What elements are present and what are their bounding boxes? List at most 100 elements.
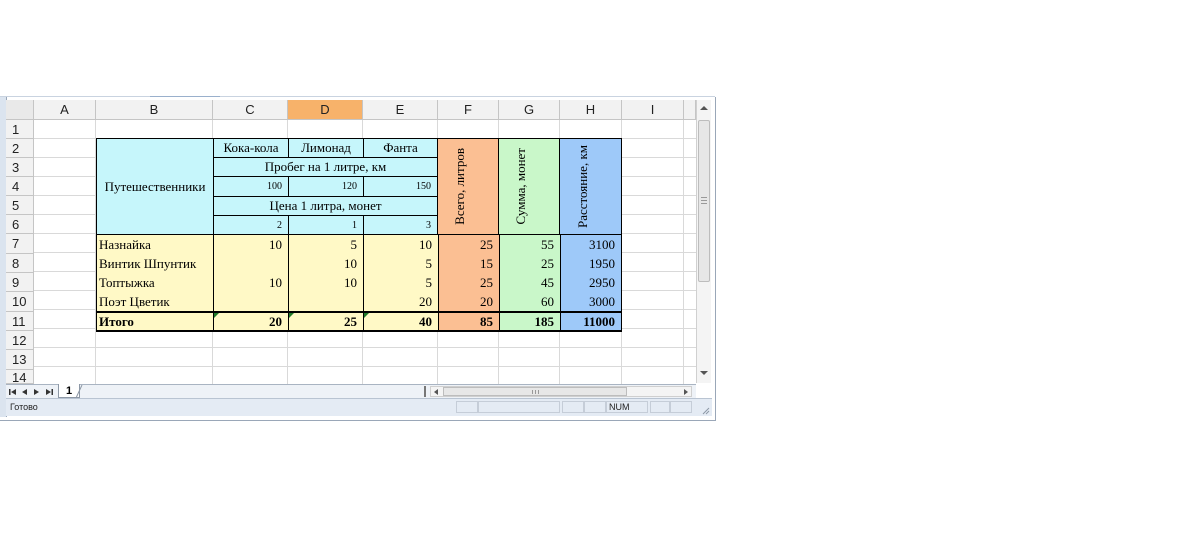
lemonade-liters-cell[interactable]: 5 bbox=[288, 235, 363, 254]
price-label-cell[interactable]: Цена 1 литра, монет bbox=[213, 196, 438, 216]
total-liters-cell[interactable]: 20 bbox=[438, 292, 499, 312]
sheet-tab-bar: 1 bbox=[6, 384, 696, 399]
sum-cell[interactable]: 55 bbox=[499, 235, 560, 254]
traveler-name-cell[interactable]: Назнайка bbox=[96, 235, 213, 254]
last-sheet-icon[interactable] bbox=[44, 386, 54, 398]
cola-liters-cell[interactable]: 10 bbox=[213, 235, 288, 254]
column-header-d[interactable]: D bbox=[288, 100, 363, 120]
status-segment bbox=[456, 401, 478, 413]
status-segment bbox=[670, 401, 692, 413]
column-header-partial[interactable] bbox=[684, 100, 696, 120]
row-header-12[interactable]: 12 bbox=[6, 331, 34, 350]
resize-grip-icon[interactable] bbox=[700, 405, 710, 415]
total-liters-header-cell[interactable]: Всего, литров bbox=[437, 138, 499, 235]
total-liters-cell[interactable]: 15 bbox=[438, 254, 499, 273]
price-fanta-cell[interactable]: 3 bbox=[363, 215, 438, 235]
row-header-13[interactable]: 13 bbox=[6, 350, 34, 370]
row-header-10[interactable]: 10 bbox=[6, 292, 34, 312]
column-header-a[interactable]: A bbox=[34, 100, 96, 120]
mileage-lemonade-cell[interactable]: 120 bbox=[288, 176, 364, 197]
horizontal-scrollbar[interactable] bbox=[430, 386, 692, 397]
distance-cell[interactable]: 2950 bbox=[560, 273, 622, 292]
travelers-header-cell[interactable]: Путешественники bbox=[96, 138, 214, 235]
status-segment bbox=[650, 401, 670, 413]
mileage-fanta-cell[interactable]: 150 bbox=[363, 176, 438, 197]
lemonade-liters-cell[interactable]: 10 bbox=[288, 273, 363, 292]
column-header-b[interactable]: B bbox=[96, 100, 213, 120]
column-header-g[interactable]: G bbox=[499, 100, 560, 120]
price-lemonade-cell[interactable]: 1 bbox=[288, 215, 364, 235]
fanta-liters-cell[interactable]: 5 bbox=[363, 254, 438, 273]
column-header-c[interactable]: C bbox=[213, 100, 288, 120]
distance-cell[interactable]: 3100 bbox=[560, 235, 622, 254]
drink-header-lemonade[interactable]: Лимонад bbox=[288, 138, 364, 158]
row-header-4[interactable]: 4 bbox=[6, 177, 34, 196]
lemonade-liters-cell[interactable] bbox=[288, 292, 363, 312]
fanta-liters-cell[interactable]: 5 bbox=[363, 273, 438, 292]
formula-warning-marker bbox=[214, 313, 219, 318]
scroll-down-icon[interactable] bbox=[697, 367, 711, 379]
column-header-i[interactable]: I bbox=[622, 100, 684, 120]
cola-liters-cell[interactable] bbox=[213, 292, 288, 312]
total-fanta-cell[interactable]: 40 bbox=[363, 311, 439, 332]
fanta-liters-cell[interactable]: 10 bbox=[363, 235, 438, 254]
row-header-11[interactable]: 11 bbox=[6, 312, 34, 331]
mileage-label-cell[interactable]: Пробег на 1 литре, км bbox=[213, 157, 438, 177]
total-label-cell[interactable]: Итого bbox=[96, 311, 214, 332]
lemonade-liters-cell[interactable]: 10 bbox=[288, 254, 363, 273]
status-segment bbox=[584, 401, 606, 413]
total-cola-cell[interactable]: 20 bbox=[213, 311, 289, 332]
traveler-name-cell[interactable]: Поэт Цветик bbox=[96, 292, 213, 312]
drink-header-cola[interactable]: Кока-кола bbox=[213, 138, 289, 158]
gridline bbox=[683, 120, 684, 384]
distance-cell[interactable]: 3000 bbox=[560, 292, 622, 312]
traveler-name-cell[interactable]: Топтыжка bbox=[96, 273, 213, 292]
total-lemonade-cell[interactable]: 25 bbox=[288, 311, 364, 332]
traveler-name-cell[interactable]: Винтик Шпунтик bbox=[96, 254, 213, 273]
drink-header-fanta[interactable]: Фанта bbox=[363, 138, 438, 158]
scroll-up-icon[interactable] bbox=[697, 102, 711, 114]
row-header-9[interactable]: 9 bbox=[6, 273, 34, 292]
total-liters-cell[interactable]: 25 bbox=[438, 273, 499, 292]
row-header-6[interactable]: 6 bbox=[6, 215, 34, 234]
tab-split-handle[interactable] bbox=[424, 386, 426, 397]
cola-liters-cell[interactable]: 10 bbox=[213, 273, 288, 292]
row-header-7[interactable]: 7 bbox=[6, 234, 34, 254]
first-sheet-icon[interactable] bbox=[8, 386, 18, 398]
row-header-5[interactable]: 5 bbox=[6, 196, 34, 215]
sum-header-cell[interactable]: Сумма, монет bbox=[498, 138, 560, 235]
total-liters-header-text: Всего, литров bbox=[452, 148, 467, 225]
column-header-e[interactable]: E bbox=[363, 100, 438, 120]
mileage-cola-cell[interactable]: 100 bbox=[213, 176, 289, 197]
select-all-corner[interactable] bbox=[6, 100, 34, 120]
sum-cell[interactable]: 60 bbox=[499, 292, 560, 312]
sum-cell[interactable]: 25 bbox=[499, 254, 560, 273]
sum-header-text: Сумма, монет bbox=[513, 148, 528, 225]
distance-header-cell[interactable]: Расстояние, км bbox=[559, 138, 622, 235]
sum-cell[interactable]: 45 bbox=[499, 273, 560, 292]
fanta-liters-cell[interactable]: 20 bbox=[363, 292, 438, 312]
distance-cell[interactable]: 1950 bbox=[560, 254, 622, 273]
row-header-14[interactable]: 14 bbox=[6, 370, 34, 385]
grand-sum-cell[interactable]: 185 bbox=[499, 311, 561, 332]
grand-total-liters-cell[interactable]: 85 bbox=[438, 311, 500, 332]
row-header-3[interactable]: 3 bbox=[6, 158, 34, 177]
total-liters-cell[interactable]: 25 bbox=[438, 235, 499, 254]
next-sheet-icon[interactable] bbox=[31, 386, 41, 398]
column-header-f[interactable]: F bbox=[438, 100, 499, 120]
scroll-right-icon[interactable] bbox=[682, 387, 690, 397]
prev-sheet-icon[interactable] bbox=[20, 386, 30, 398]
vertical-scroll-thumb[interactable] bbox=[698, 120, 710, 282]
status-segment bbox=[478, 401, 560, 413]
grand-distance-cell[interactable]: 11000 bbox=[560, 311, 622, 332]
row-header-2[interactable]: 2 bbox=[6, 139, 34, 158]
row-header-8[interactable]: 8 bbox=[6, 254, 34, 273]
row-header-1[interactable]: 1 bbox=[6, 120, 34, 139]
tab-edge-icon bbox=[76, 385, 83, 399]
horizontal-scroll-thumb[interactable] bbox=[443, 387, 627, 396]
column-header-h[interactable]: H bbox=[560, 100, 622, 120]
price-cola-cell[interactable]: 2 bbox=[213, 215, 289, 235]
cola-liters-cell[interactable] bbox=[213, 254, 288, 273]
scroll-left-icon[interactable] bbox=[432, 387, 440, 397]
formula-warning-marker bbox=[289, 313, 294, 318]
